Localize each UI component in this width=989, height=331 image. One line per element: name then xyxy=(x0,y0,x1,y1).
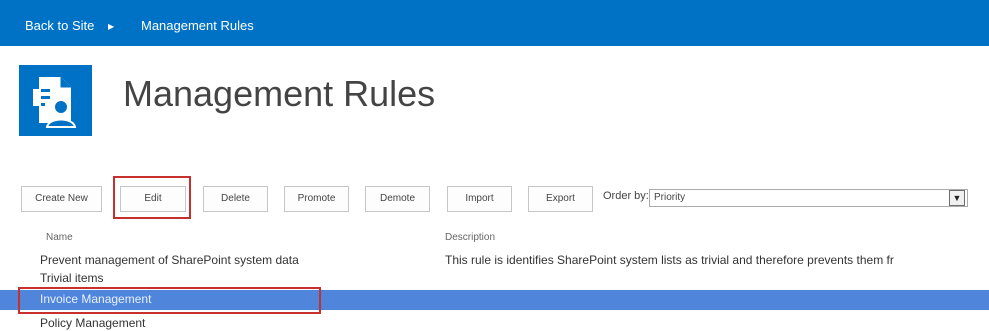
table-row[interactable]: Trivial items xyxy=(0,270,989,287)
breadcrumb-separator-icon: ▶ xyxy=(108,22,115,31)
demote-button[interactable]: Demote xyxy=(365,186,430,212)
edit-highlight-box xyxy=(113,176,191,219)
create-new-button[interactable]: Create New xyxy=(21,186,102,212)
table-row[interactable]: Policy Management xyxy=(0,315,989,331)
invoice-row-highlight-box xyxy=(18,287,321,314)
column-header-description[interactable]: Description xyxy=(445,232,495,243)
column-header-name[interactable]: Name xyxy=(46,232,73,243)
page-title: Management Rules xyxy=(123,73,436,114)
breadcrumb-current[interactable]: Management Rules xyxy=(141,18,254,34)
import-button[interactable]: Import xyxy=(447,186,512,212)
rule-name: Trivial items xyxy=(40,271,104,285)
back-to-site-link[interactable]: Back to Site xyxy=(25,18,94,34)
top-navigation-bar: Back to Site ▶ Management Rules xyxy=(0,0,989,46)
order-by-select[interactable]: Priority ▼ xyxy=(649,189,968,207)
rule-description: This rule is identifies SharePoint syste… xyxy=(445,253,894,267)
table-row[interactable]: Prevent management of SharePoint system … xyxy=(0,252,989,269)
order-by-label: Order by: xyxy=(603,190,649,202)
delete-button[interactable]: Delete xyxy=(203,186,268,212)
rule-name: Prevent management of SharePoint system … xyxy=(40,253,299,267)
order-by-value: Priority xyxy=(654,192,686,203)
rule-name: Policy Management xyxy=(40,316,146,330)
promote-button[interactable]: Promote xyxy=(284,186,349,212)
management-rules-document-icon xyxy=(19,65,92,136)
export-button[interactable]: Export xyxy=(528,186,593,212)
chevron-down-icon[interactable]: ▼ xyxy=(949,190,965,206)
